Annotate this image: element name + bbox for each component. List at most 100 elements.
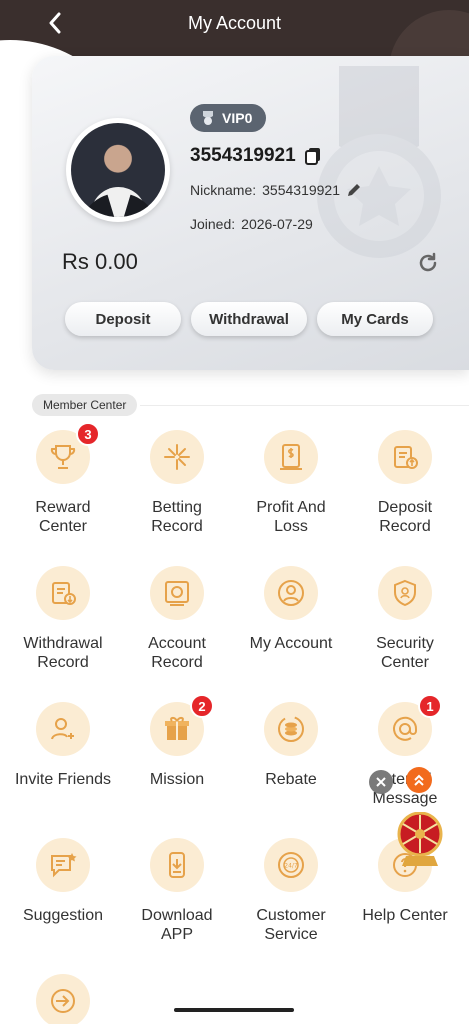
grid-label: Betting Record bbox=[151, 499, 203, 535]
grid-label: Help Center bbox=[362, 907, 448, 924]
member-center-title: Member Center bbox=[32, 394, 138, 416]
rebate-icon bbox=[278, 716, 304, 742]
uid-row: 3554319921 bbox=[190, 145, 322, 167]
my-account-item[interactable]: My Account bbox=[234, 566, 348, 653]
joined-row: Joined: 2026-07-29 bbox=[190, 216, 313, 232]
top-bar: My Account bbox=[0, 0, 469, 46]
internal-message-item[interactable]: 1 Internal Message bbox=[348, 694, 462, 808]
customer-service-item[interactable]: 24/7 Customer Service bbox=[234, 838, 348, 944]
at-icon bbox=[393, 716, 418, 741]
profit-and-loss-item[interactable]: Profit And Loss bbox=[234, 430, 348, 536]
reward-center-item[interactable]: 3 Reward Center bbox=[6, 422, 120, 536]
action-buttons: Deposit Withdrawal My Cards bbox=[65, 302, 433, 336]
icon-circle: 1 bbox=[378, 694, 442, 756]
vip-label: VIP0 bbox=[222, 110, 253, 126]
icon-circle bbox=[150, 838, 204, 892]
close-icon bbox=[376, 777, 386, 787]
refresh-icon[interactable] bbox=[416, 251, 440, 275]
deposit-button[interactable]: Deposit bbox=[65, 302, 181, 336]
withdrawal-record-icon bbox=[52, 582, 76, 605]
grid-label: Deposit Record bbox=[377, 499, 433, 535]
rebate-item[interactable]: Rebate bbox=[234, 702, 348, 789]
vip-badge[interactable]: VIP0 bbox=[190, 104, 267, 132]
suggestion-item[interactable]: Suggestion bbox=[6, 838, 120, 925]
invite-icon bbox=[51, 718, 74, 740]
icon-circle bbox=[36, 838, 90, 892]
page-title: My Account bbox=[187, 12, 282, 33]
icon-circle bbox=[378, 430, 432, 484]
deposit-record-item[interactable]: Deposit Record bbox=[348, 430, 462, 536]
notification-badge: 1 bbox=[418, 694, 442, 718]
deposit-record-icon bbox=[394, 446, 418, 469]
icon-circle bbox=[264, 430, 318, 484]
close-float-button[interactable] bbox=[369, 770, 393, 794]
copy-icon[interactable] bbox=[304, 147, 322, 165]
nickname-label: Nickname: bbox=[190, 182, 257, 198]
nickname-value: 3554319921 bbox=[262, 182, 341, 198]
back-button[interactable] bbox=[40, 8, 70, 38]
grid-label: Reward Center bbox=[35, 499, 91, 535]
withdrawal-record-item[interactable]: Withdrawal Record bbox=[6, 566, 120, 672]
icon-circle bbox=[36, 974, 90, 1024]
lucky-wheel-button[interactable] bbox=[396, 811, 444, 868]
grid-label: My Account bbox=[249, 635, 333, 652]
download-app-item[interactable]: Download APP bbox=[120, 838, 234, 944]
mission-item[interactable]: 2 Mission bbox=[120, 694, 234, 789]
notification-badge: 3 bbox=[76, 422, 100, 446]
notification-badge: 2 bbox=[190, 694, 214, 718]
icon-circle bbox=[264, 566, 318, 620]
divider bbox=[140, 405, 469, 406]
vip-medal-icon bbox=[203, 111, 213, 125]
download-icon bbox=[169, 852, 185, 878]
avatar-image bbox=[71, 123, 165, 217]
user-id: 3554319921 bbox=[190, 145, 296, 166]
account-record-icon bbox=[165, 581, 189, 606]
home-indicator bbox=[174, 1008, 294, 1012]
trophy-icon bbox=[50, 445, 76, 469]
profit-icon bbox=[280, 444, 302, 470]
avatar[interactable] bbox=[66, 118, 170, 222]
user-icon bbox=[278, 580, 304, 606]
logout-icon bbox=[51, 989, 75, 1013]
grid-label: Withdrawal Record bbox=[23, 635, 103, 671]
support-icon: 24/7 bbox=[278, 852, 304, 878]
chevron-left-icon bbox=[49, 12, 61, 34]
grid-label: Customer Service bbox=[256, 907, 326, 943]
icon-circle bbox=[36, 566, 90, 620]
svg-text:24/7: 24/7 bbox=[284, 863, 298, 870]
balance: Rs 0.00 bbox=[62, 249, 138, 274]
icon-circle bbox=[378, 566, 432, 620]
icon-circle bbox=[264, 702, 318, 756]
icon-circle bbox=[36, 702, 90, 756]
double-chevron-up-icon bbox=[414, 774, 424, 786]
invite-friends-item[interactable]: Invite Friends bbox=[6, 702, 120, 789]
icon-circle bbox=[150, 430, 204, 484]
grid-label: Mission bbox=[149, 771, 205, 788]
betting-record-item[interactable]: Betting Record bbox=[120, 430, 234, 536]
icon-circle: 24/7 bbox=[264, 838, 318, 892]
icon-circle: 3 bbox=[36, 422, 100, 484]
grid-label: Security Center bbox=[376, 635, 434, 671]
withdrawal-button[interactable]: Withdrawal bbox=[191, 302, 307, 336]
grid-label: Invite Friends bbox=[14, 771, 112, 788]
betting-icon bbox=[164, 444, 190, 470]
logout-item[interactable] bbox=[6, 974, 120, 1024]
grid-label: Download APP bbox=[141, 907, 213, 943]
gift-icon bbox=[165, 717, 189, 740]
icon-circle bbox=[150, 566, 204, 620]
joined-date: 2026-07-29 bbox=[241, 216, 313, 232]
my-cards-button[interactable]: My Cards bbox=[317, 302, 433, 336]
security-center-item[interactable]: Security Center bbox=[348, 566, 462, 672]
grid-label: Profit And Loss bbox=[256, 499, 326, 535]
icon-circle: 2 bbox=[150, 694, 214, 756]
pencil-icon[interactable] bbox=[346, 182, 362, 198]
grid-label: Account Record bbox=[148, 635, 206, 671]
profile-card: VIP0 3554319921 Nickname: 3554319921 Joi… bbox=[32, 56, 469, 370]
account-record-item[interactable]: Account Record bbox=[120, 566, 234, 672]
grid-label: Suggestion bbox=[22, 907, 104, 924]
joined-label: Joined: bbox=[190, 216, 236, 232]
grid-label: Rebate bbox=[265, 771, 317, 788]
scroll-top-button[interactable] bbox=[406, 767, 432, 793]
nickname-row: Nickname: 3554319921 bbox=[190, 182, 362, 198]
suggestion-icon bbox=[51, 853, 77, 878]
